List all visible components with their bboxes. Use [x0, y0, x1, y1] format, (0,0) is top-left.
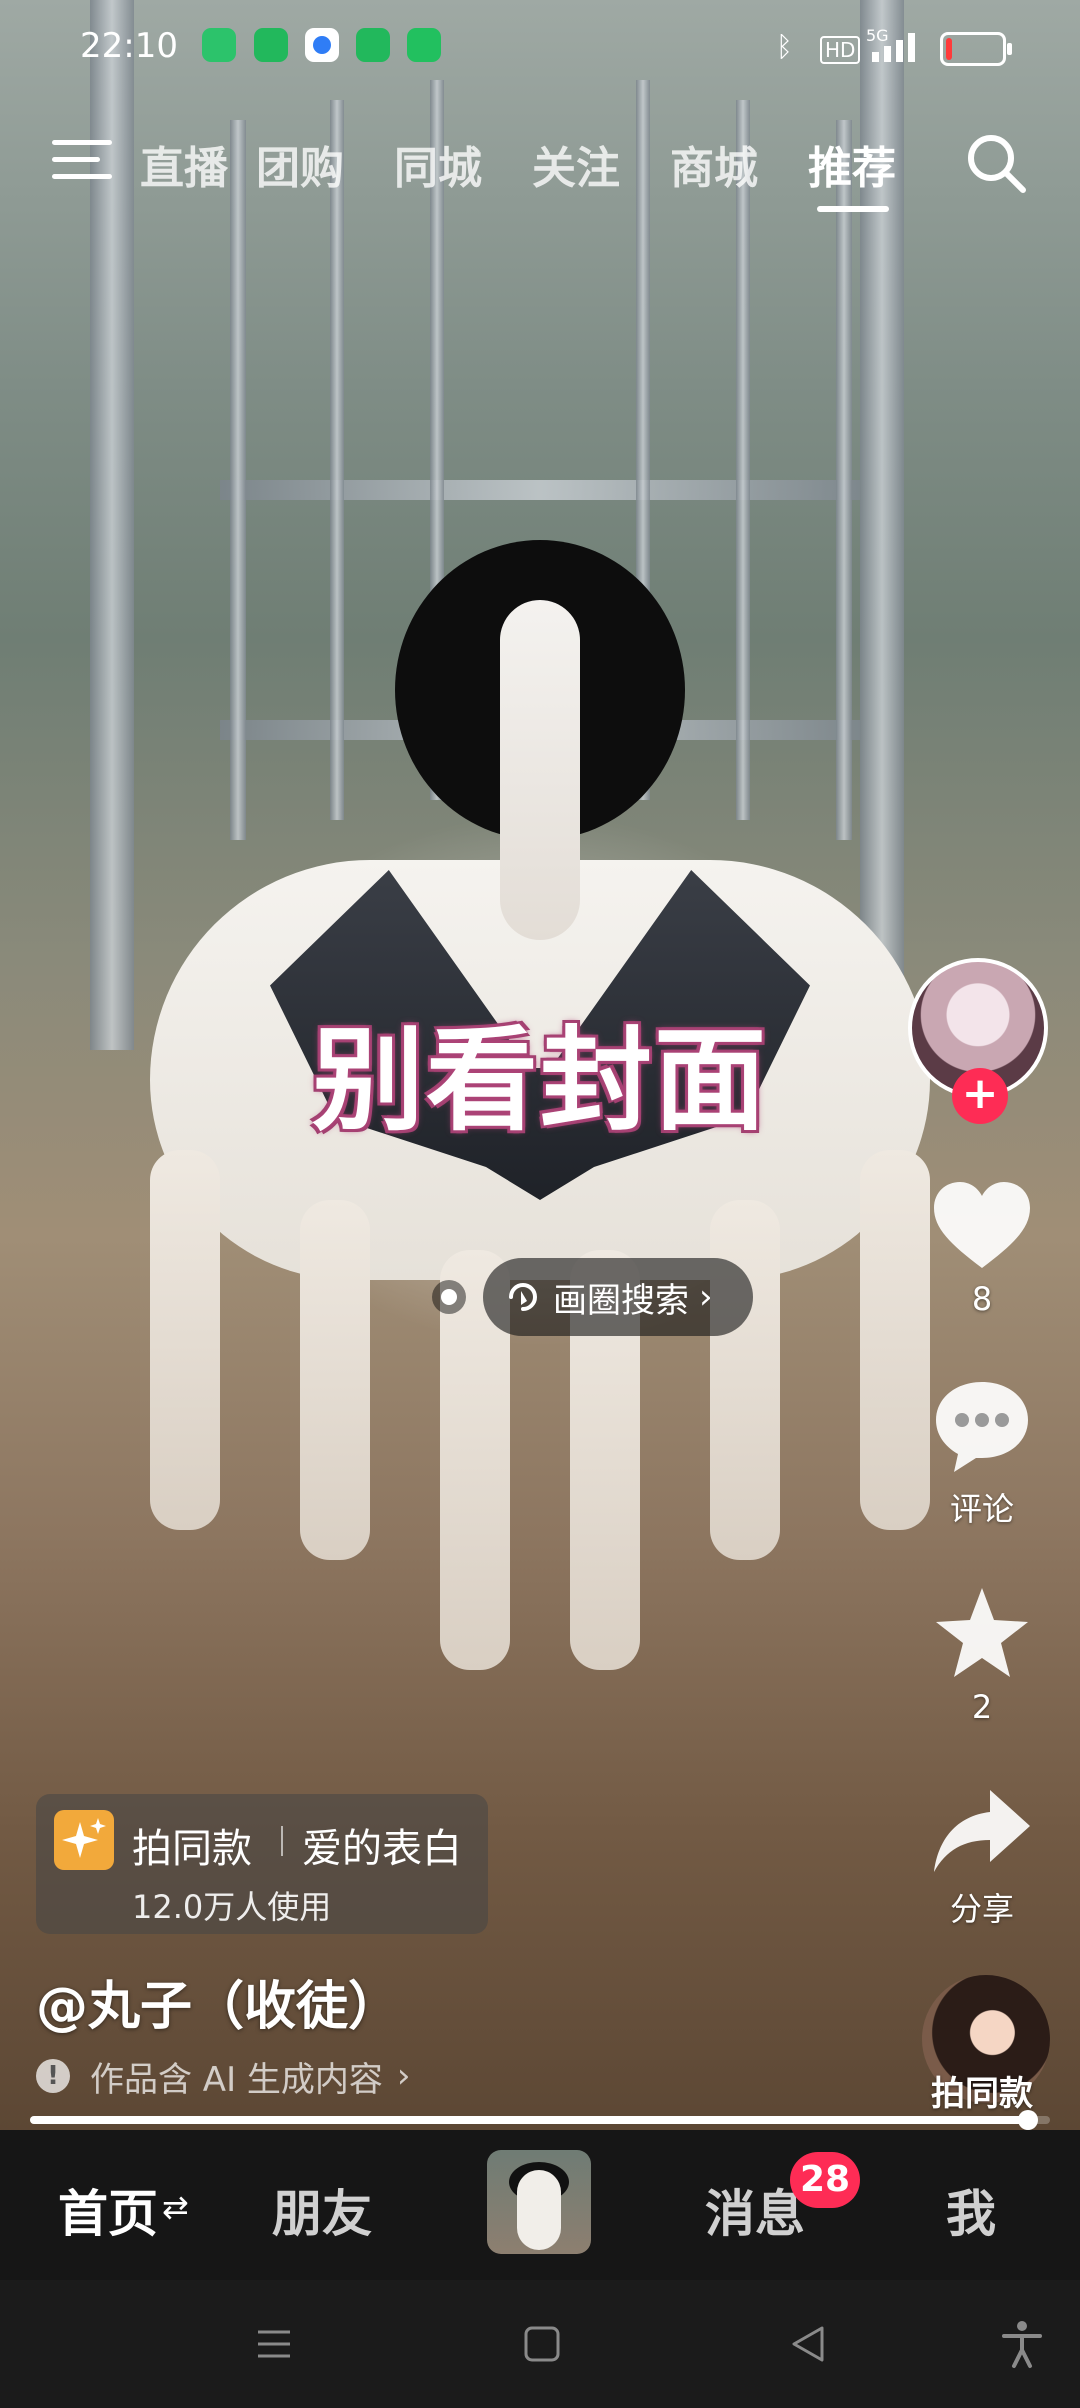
- goat-leg: [150, 1150, 220, 1530]
- tab-local[interactable]: 同城: [394, 132, 482, 196]
- share-arrow-icon[interactable]: [930, 1780, 1034, 1884]
- tab-recommended[interactable]: 推荐: [808, 132, 896, 196]
- upload-icon: [356, 28, 390, 62]
- battery-icon: [940, 32, 1012, 66]
- home-square-icon[interactable]: [514, 2316, 570, 2372]
- gate-rail: [330, 100, 344, 820]
- follow-button[interactable]: +: [952, 1068, 1008, 1124]
- divider: [281, 1826, 283, 1856]
- circle-gesture-icon: [509, 1283, 537, 1311]
- app-screen: 22:10 ᛒ HD 5G 直播 团购 同城 关注 商城 推荐 别看封面 画圈搜…: [0, 0, 1080, 2408]
- tab-group-buy[interactable]: 团购: [256, 132, 344, 196]
- template-name: 爱的表白: [302, 1826, 462, 1872]
- signal-icon: [872, 33, 915, 62]
- goat-leg: [710, 1200, 780, 1560]
- ai-notice-text: 作品含 AI 生成内容: [90, 2059, 383, 2100]
- template-usage: 12.0万人使用: [132, 1888, 332, 1926]
- favorite-star-icon[interactable]: [930, 1582, 1034, 1686]
- like-count: 8: [971, 1280, 993, 1318]
- progress-fill: [30, 2116, 1028, 2124]
- accessibility-icon[interactable]: [994, 2316, 1050, 2372]
- author-name[interactable]: @丸子（收徒）: [36, 1964, 400, 2039]
- green-shield-icon: [254, 28, 288, 62]
- goat-leg: [860, 1150, 930, 1530]
- circle-search-button[interactable]: 画圈搜索 ›: [483, 1258, 753, 1336]
- progress-knob[interactable]: [1017, 2110, 1038, 2130]
- circle-search-label: 画圈搜索: [553, 1280, 689, 1321]
- status-time: 22:10: [80, 26, 178, 66]
- status-bar: 22:10 ᛒ HD 5G: [0, 0, 1080, 96]
- hd-indicator: HD: [820, 36, 861, 64]
- tab-mall[interactable]: 商城: [670, 132, 758, 196]
- same-style-label[interactable]: 拍同款: [900, 2066, 1064, 2115]
- comment-icon[interactable]: [930, 1374, 1034, 1478]
- search-icon[interactable]: [965, 132, 1027, 194]
- gate-rail: [220, 480, 860, 500]
- tab-home[interactable]: 首页: [58, 2174, 158, 2246]
- tab-friends[interactable]: 朋友: [272, 2174, 372, 2246]
- like-heart-icon[interactable]: [930, 1176, 1034, 1280]
- ai-content-notice[interactable]: ! 作品含 AI 生成内容 ›: [36, 2056, 411, 2100]
- gate-rail: [736, 100, 750, 820]
- chevron-right-icon: ›: [396, 2056, 411, 2096]
- gate-rail: [230, 120, 246, 840]
- circle-search-dot[interactable]: [432, 1280, 466, 1314]
- app-icon: [305, 28, 339, 62]
- recent-apps-icon[interactable]: [246, 2316, 302, 2372]
- sparkle-icon: [54, 1810, 114, 1870]
- active-tab-indicator: [817, 206, 889, 212]
- tab-following[interactable]: 关注: [532, 132, 620, 196]
- grid-app-icon: [407, 28, 441, 62]
- refresh-switch-icon[interactable]: ⇄: [162, 2188, 189, 2226]
- battery-saver-icon: [202, 28, 236, 62]
- gate-rail: [836, 120, 852, 840]
- goat-face: [500, 600, 580, 940]
- info-icon: !: [36, 2059, 70, 2093]
- template-label: 拍同款: [132, 1826, 252, 1872]
- goat-leg: [300, 1200, 370, 1560]
- video-progress-bar[interactable]: [30, 2110, 1050, 2130]
- create-video-button[interactable]: [487, 2150, 591, 2254]
- chevron-right-icon: ›: [699, 1277, 713, 1317]
- share-label: 分享: [949, 1890, 1014, 1928]
- tab-me[interactable]: 我: [946, 2174, 996, 2246]
- comment-label: 评论: [949, 1490, 1014, 1528]
- tab-live[interactable]: 直播: [140, 132, 228, 196]
- messages-badge: 28: [790, 2152, 860, 2208]
- favorite-count: 2: [971, 1688, 993, 1726]
- back-triangle-icon[interactable]: [780, 2316, 836, 2372]
- bluetooth-icon: ᛒ: [776, 30, 793, 63]
- menu-icon[interactable]: [52, 138, 112, 182]
